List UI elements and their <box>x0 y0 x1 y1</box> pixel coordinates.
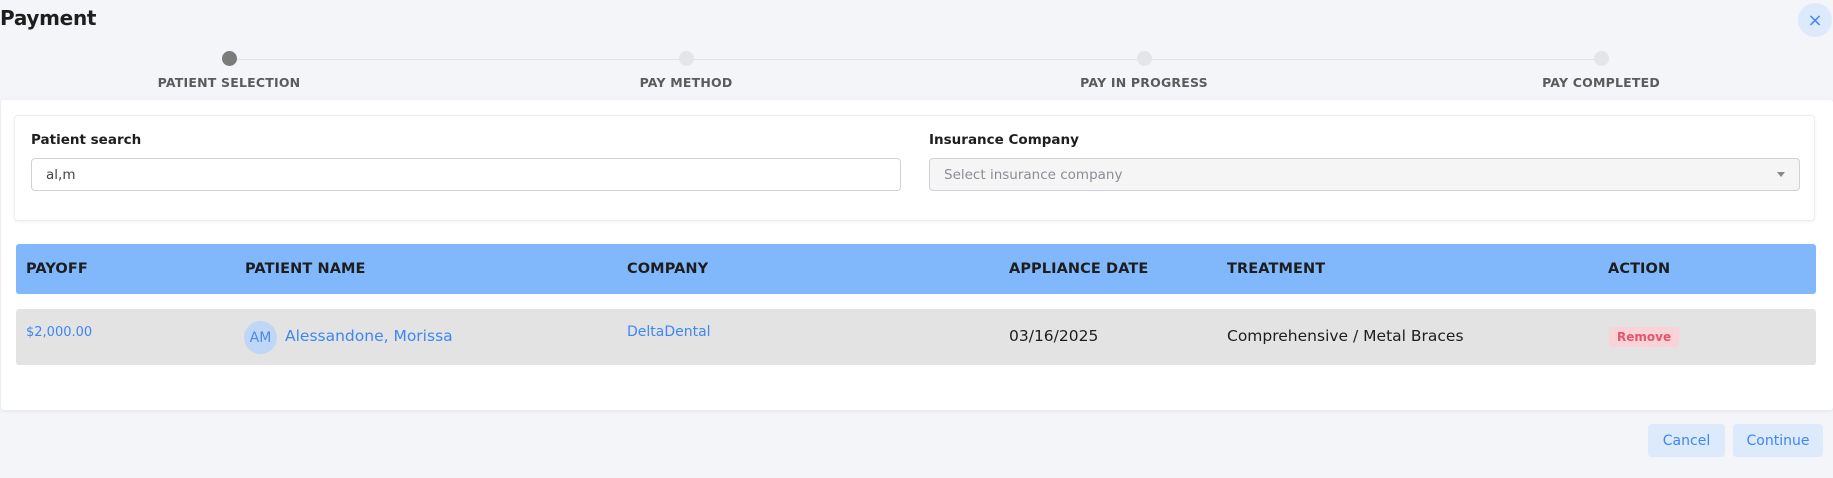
cancel-button[interactable]: Cancel <box>1648 424 1725 457</box>
insurance-company-label: Insurance Company <box>929 132 1079 148</box>
company-link[interactable]: DeltaDental <box>627 324 711 340</box>
continue-button[interactable]: Continue <box>1733 424 1823 457</box>
patient-search-input[interactable]: al,m <box>31 158 901 191</box>
patient-name-link[interactable]: Alessandone, Morissa <box>285 327 453 345</box>
patient-search-label: Patient search <box>31 132 142 148</box>
step-dot <box>678 51 694 66</box>
step-dot <box>1593 51 1609 66</box>
table-row[interactable]: $2,000.00 AM Alessandone, Morissa DeltaD… <box>16 309 1816 365</box>
payoff-link[interactable]: $2,000.00 <box>26 325 92 340</box>
avatar: AM <box>244 321 277 354</box>
step-dot <box>1136 51 1152 66</box>
step-pay-in-progress[interactable]: PAY IN PROGRESS <box>994 51 1294 90</box>
column-header-payoff[interactable]: PAYOFF <box>26 261 88 277</box>
column-header-patient-name[interactable]: PATIENT NAME <box>245 261 366 277</box>
step-label: PAY METHOD <box>639 75 733 90</box>
payment-stepper: PATIENT SELECTION PAY METHOD PAY IN PROG… <box>0 0 1833 100</box>
filter-card: Patient search al,m Insurance Company Se… <box>14 115 1815 221</box>
step-pay-method[interactable]: PAY METHOD <box>536 51 836 90</box>
column-header-company[interactable]: COMPANY <box>627 261 708 277</box>
step-dot-active <box>221 51 237 66</box>
remove-button[interactable]: Remove <box>1609 327 1680 347</box>
chevron-down-icon <box>1777 172 1785 177</box>
insurance-company-select[interactable]: Select insurance company <box>929 158 1800 191</box>
appliance-date: 03/16/2025 <box>1009 327 1099 345</box>
column-header-treatment[interactable]: TREATMENT <box>1227 261 1325 277</box>
table-header: PAYOFF PATIENT NAME COMPANY APPLIANCE DA… <box>16 244 1816 294</box>
step-label: PAY COMPLETED <box>1542 75 1660 90</box>
step-label: PATIENT SELECTION <box>157 75 301 90</box>
step-label: PAY IN PROGRESS <box>1080 75 1208 90</box>
column-header-appliance-date[interactable]: APPLIANCE DATE <box>1009 261 1148 277</box>
step-pay-completed[interactable]: PAY COMPLETED <box>1451 51 1751 90</box>
insurance-company-placeholder: Select insurance company <box>944 166 1123 183</box>
step-patient-selection[interactable]: PATIENT SELECTION <box>79 51 379 90</box>
treatment: Comprehensive / Metal Braces <box>1227 327 1464 345</box>
column-header-action: ACTION <box>1608 261 1671 277</box>
